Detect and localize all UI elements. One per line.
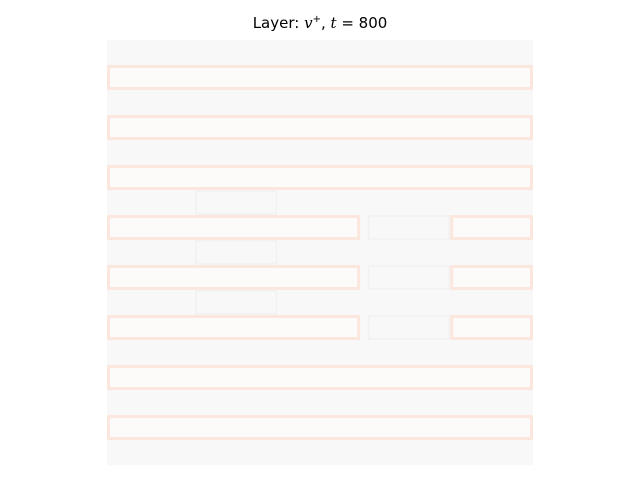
title-time-value: = 800: [341, 14, 388, 32]
heatmap-stripe-0-0: [107, 65, 533, 90]
heatmap-stripe-3-1: [450, 215, 533, 240]
heatmap-stripe-5-0: [107, 315, 361, 340]
chart-title: Layer: v+, t = 800: [252, 14, 388, 32]
title-variable: v: [304, 14, 313, 32]
title-time-variable: t: [330, 14, 337, 32]
heatmap-stripe-1-0: [107, 115, 533, 140]
heatmap-stripe-7-0: [107, 415, 533, 440]
heatmap-stripe-4-0: [107, 265, 361, 290]
heatmap-stripe-2-0: [107, 165, 533, 190]
heatmap-stripe-5-1: [450, 315, 533, 340]
heatmap-stripe-3-0: [107, 215, 361, 240]
heatmap-stripe-4-1: [450, 265, 533, 290]
heatmap-plot: [107, 40, 533, 465]
heatmap-stripe-6-0: [107, 365, 533, 390]
title-superscript: +: [312, 14, 321, 25]
title-prefix: Layer:: [252, 14, 300, 32]
heatmap-background: [107, 40, 533, 465]
